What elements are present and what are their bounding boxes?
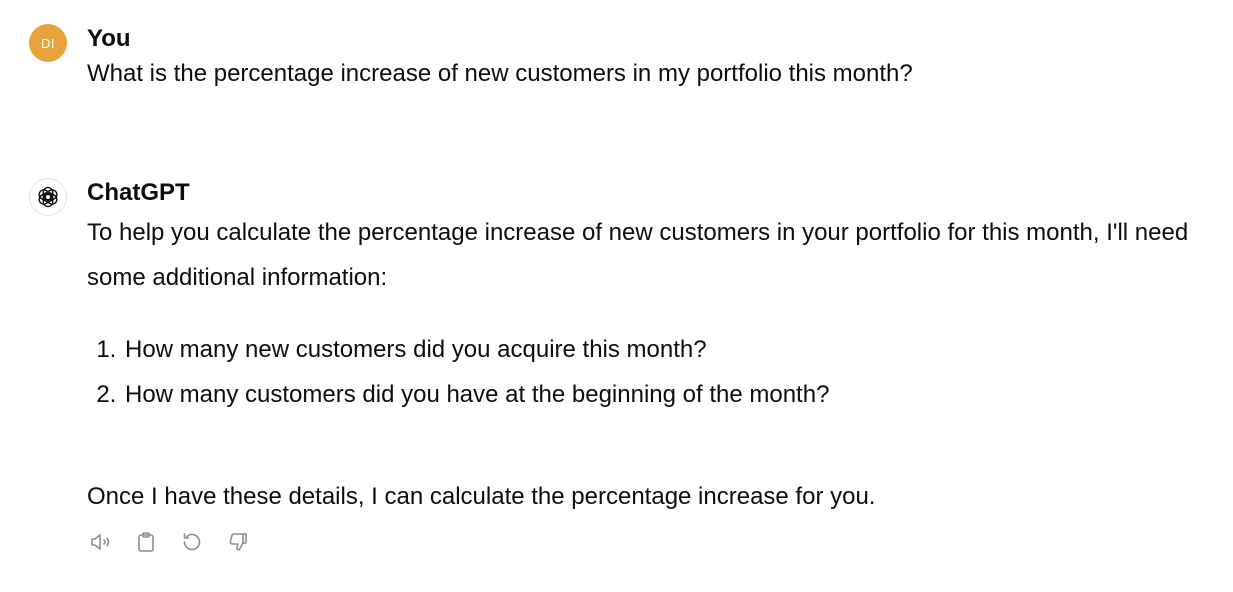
- regenerate-icon: [183, 533, 201, 551]
- user-message: DI You What is the percentage increase o…: [29, 22, 1213, 92]
- thumbs-down-icon: [229, 533, 247, 551]
- user-message-text: What is the percentage increase of new c…: [87, 60, 913, 87]
- regenerate-button[interactable]: [179, 529, 205, 555]
- chatgpt-logo-icon: [29, 178, 67, 216]
- assistant-closing-text: Once I have these details, I can calcula…: [87, 483, 876, 510]
- bad-response-button[interactable]: [225, 529, 251, 555]
- list-item: How many new customers did you acquire t…: [123, 327, 1213, 372]
- user-author-name: You: [87, 25, 131, 52]
- assistant-intro-text: To help you calculate the percentage inc…: [87, 219, 1189, 291]
- copy-button[interactable]: [133, 529, 159, 555]
- list-item: How many customers did you have at the b…: [123, 372, 1213, 417]
- user-avatar: DI: [29, 24, 67, 62]
- clipboard-icon: [138, 532, 154, 552]
- assistant-message: ChatGPT To help you calculate the percen…: [29, 176, 1213, 557]
- questions-list: How many new customers did you acquire t…: [87, 327, 1213, 417]
- read-aloud-button[interactable]: [87, 529, 113, 555]
- assistant-author-name: ChatGPT: [87, 179, 190, 206]
- speaker-icon: [91, 534, 110, 550]
- message-actions: [87, 527, 1213, 557]
- avatar-initials: DI: [41, 35, 55, 51]
